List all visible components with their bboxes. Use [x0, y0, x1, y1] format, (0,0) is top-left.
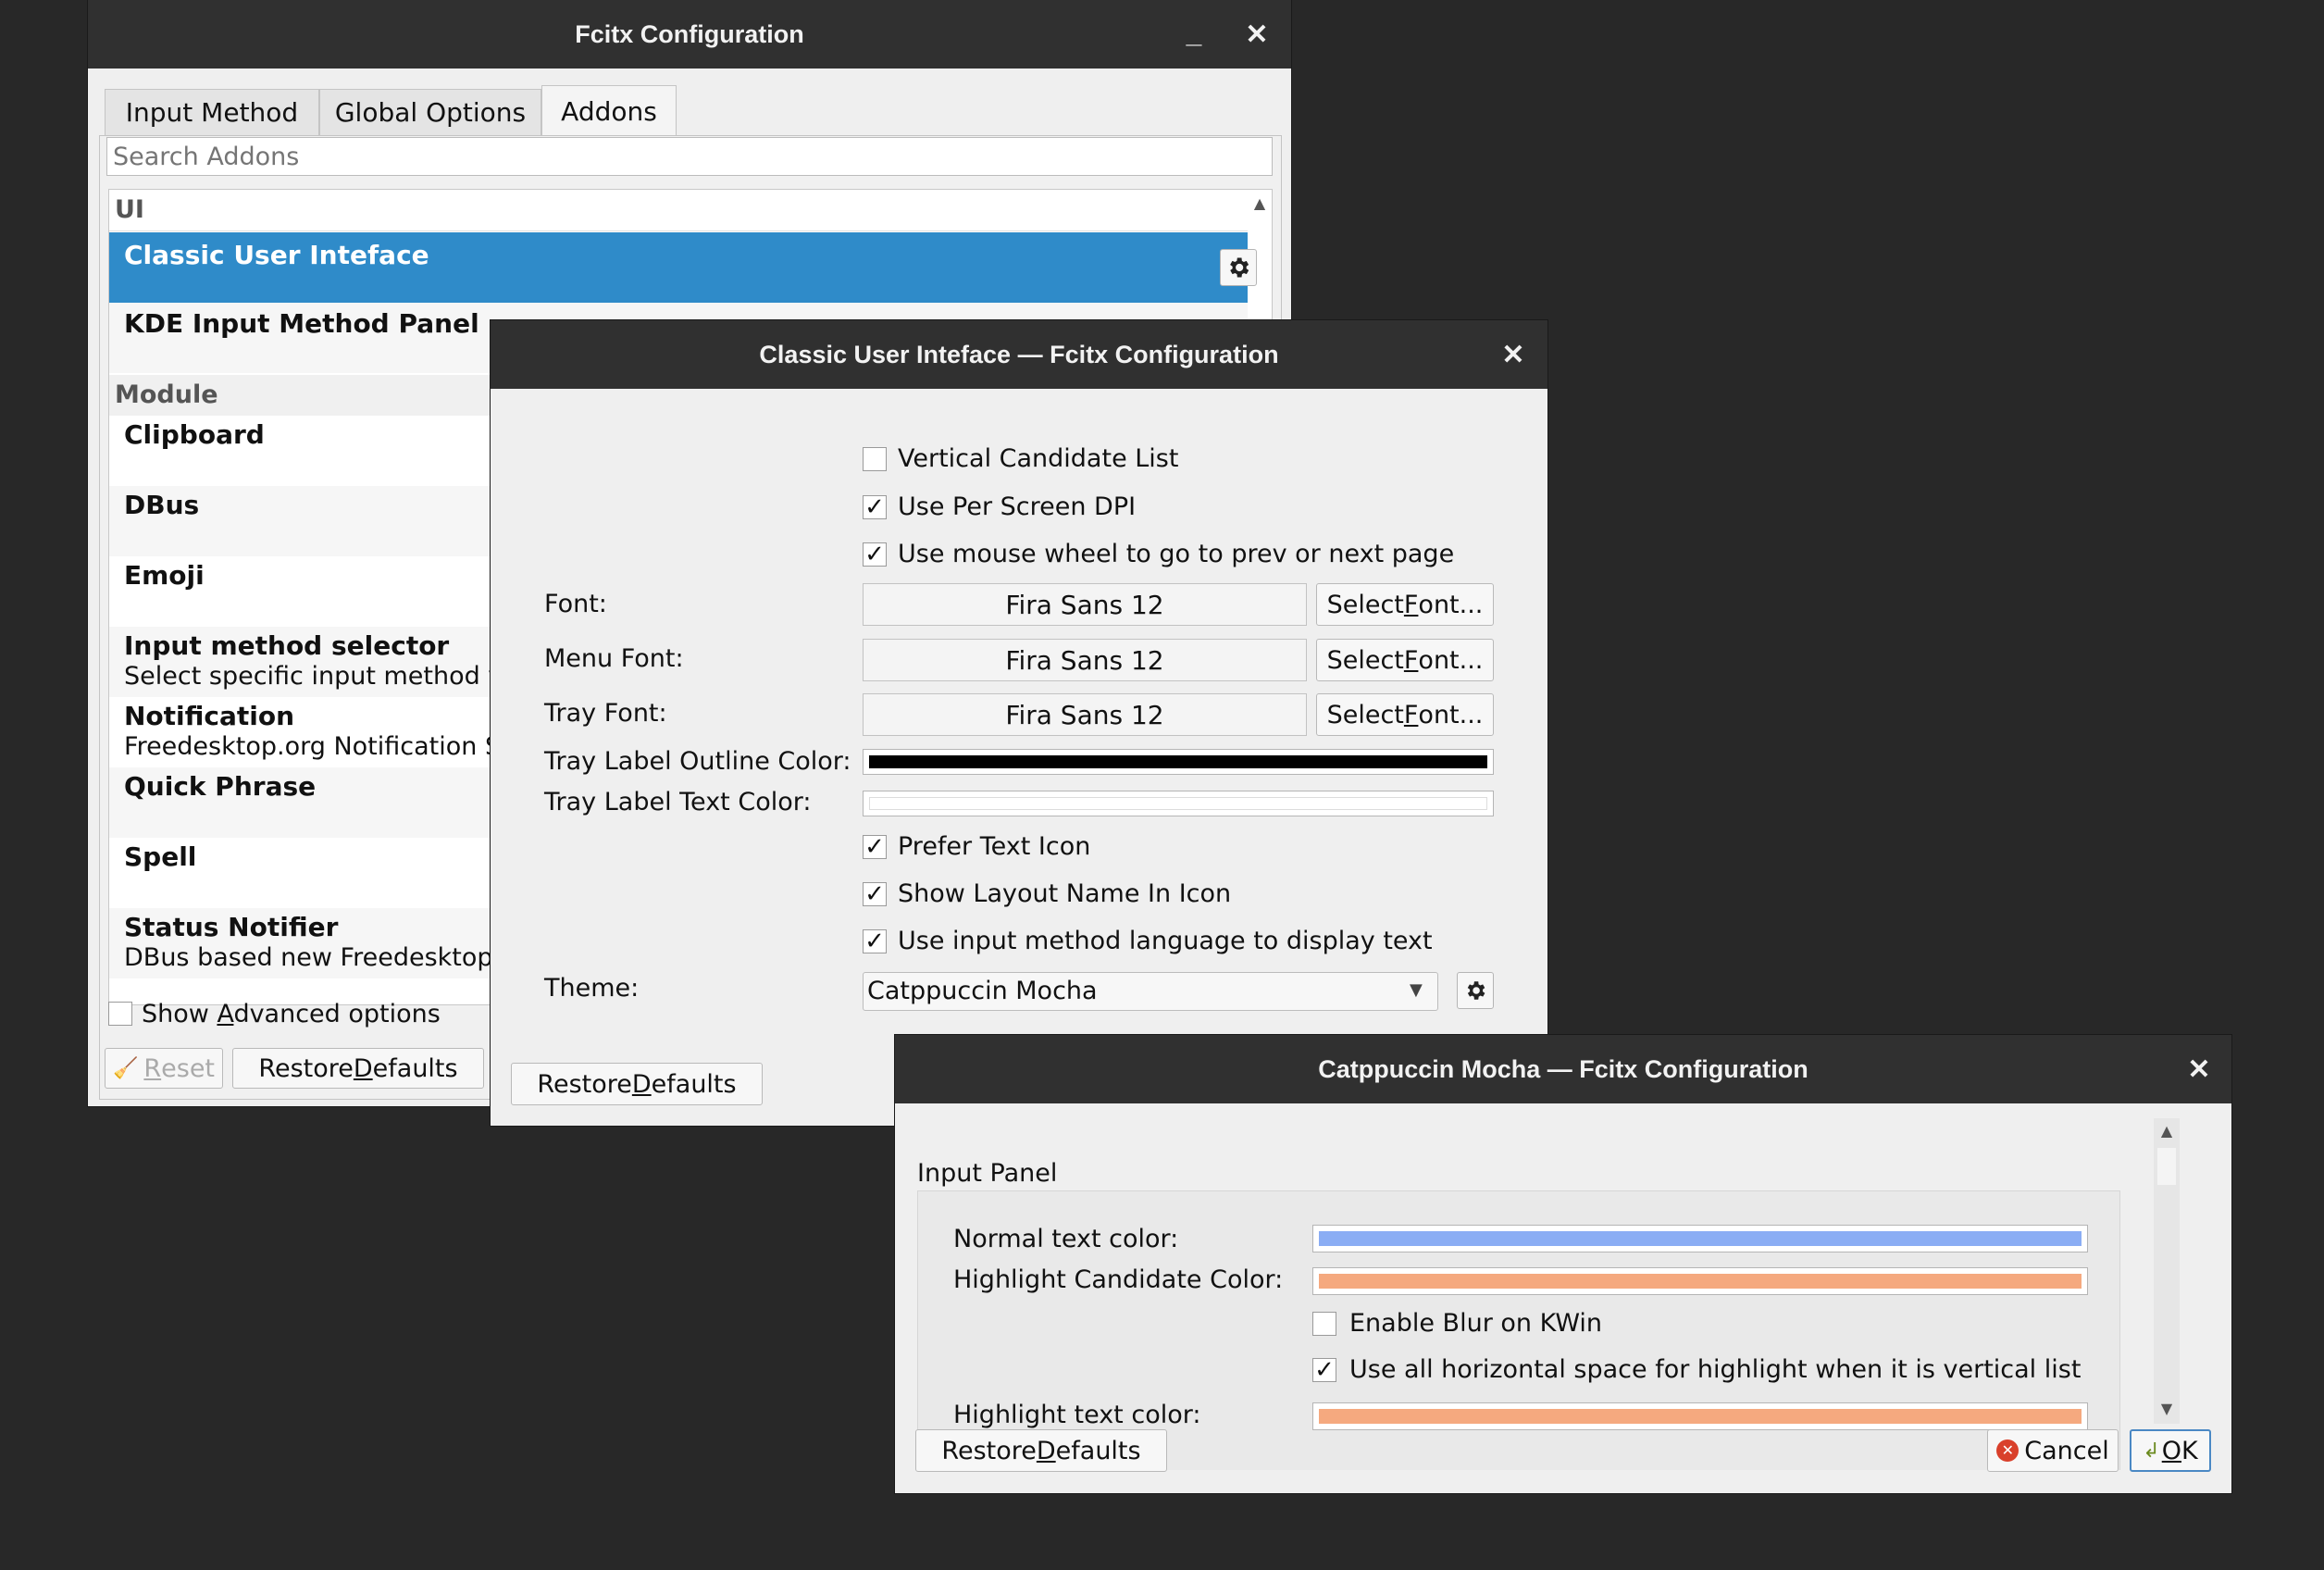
reset-button[interactable]: 🧹 Reset	[105, 1048, 223, 1089]
close-icon[interactable]: ✕	[1234, 0, 1280, 69]
scroll-down-icon[interactable]: ▼	[2154, 1396, 2180, 1422]
layout-name-label: Show Layout Name In Icon	[898, 879, 1232, 908]
normal-text-color-button[interactable]	[1312, 1225, 2088, 1252]
input-panel-group: Normal text color: Highlight Candidate C…	[917, 1190, 2120, 1470]
tab-addons[interactable]: Addons	[541, 85, 677, 137]
layout-name-checkbox[interactable]: ✓	[863, 882, 887, 906]
prefer-text-icon-checkbox[interactable]: ✓	[863, 835, 887, 859]
ok-icon: ↲	[2143, 1439, 2160, 1463]
theme-titlebar[interactable]: Catppuccin Mocha — Fcitx Configuration ✕	[895, 1035, 2231, 1103]
scroll-up-icon[interactable]: ▲	[1248, 190, 1272, 218]
classic-titlebar[interactable]: Classic User Inteface — Fcitx Configurat…	[491, 320, 1547, 389]
show-advanced-label: Show Advanced options	[142, 1000, 441, 1028]
theme-restore-defaults-button[interactable]: Restore Defaults	[915, 1429, 1167, 1472]
show-advanced-checkbox[interactable]	[108, 1002, 132, 1026]
minimize-icon[interactable]: _	[1171, 0, 1217, 69]
search-input[interactable]	[106, 137, 1273, 176]
tab-input-method[interactable]: Input Method	[105, 89, 319, 135]
tray-font-value: Fira Sans 12	[863, 693, 1307, 736]
prefer-text-icon-label: Prefer Text Icon	[898, 832, 1091, 861]
theme-select[interactable]: Catppuccin Mocha ▼	[863, 972, 1438, 1011]
broom-icon: 🧹	[112, 1056, 139, 1080]
ok-button[interactable]: ↲ O K	[2130, 1429, 2211, 1472]
im-language-label: Use input method language to display tex…	[898, 927, 1433, 955]
theme-scrollbar[interactable]: ▲ ▼	[2154, 1118, 2180, 1424]
classic-ui-dialog: Classic User Inteface — Fcitx Configurat…	[491, 320, 1547, 1126]
font-value: Fira Sans 12	[863, 583, 1307, 626]
horizontal-space-checkbox[interactable]: ✓	[1312, 1358, 1336, 1382]
tray-font-label: Tray Font:	[544, 699, 667, 728]
restore-defaults-button[interactable]: Restore Defaults	[232, 1048, 484, 1089]
per-screen-dpi-label: Use Per Screen DPI	[898, 492, 1137, 521]
vertical-candidate-label: Vertical Candidate List	[898, 444, 1179, 473]
theme-dialog: Catppuccin Mocha — Fcitx Configuration ✕…	[895, 1035, 2231, 1493]
close-icon[interactable]: ✕	[2176, 1035, 2222, 1103]
normal-text-color-label: Normal text color:	[953, 1225, 1179, 1253]
list-item[interactable]: Classic User Inteface	[109, 232, 1257, 303]
chevron-down-icon: ▼	[1410, 980, 1423, 1000]
select-menu-font-button[interactable]: Select Font...	[1316, 639, 1494, 681]
outline-color-button[interactable]	[863, 749, 1494, 775]
theme-title: Catppuccin Mocha — Fcitx Configuration	[1318, 1054, 1808, 1083]
horizontal-space-label: Use all horizontal space for highlight w…	[1349, 1355, 2082, 1384]
per-screen-dpi-checkbox[interactable]: ✓	[863, 495, 887, 519]
close-icon[interactable]: ✕	[1490, 320, 1536, 389]
enable-blur-label: Enable Blur on KWin	[1349, 1309, 1603, 1338]
tab-global-options[interactable]: Global Options	[319, 89, 541, 135]
cancel-icon: ✕	[1996, 1439, 2020, 1462]
enable-blur-checkbox[interactable]	[1312, 1312, 1336, 1336]
theme-scroll-area[interactable]: Input Panel Normal text color: Highlight…	[913, 1118, 2187, 1470]
classic-restore-defaults-button[interactable]: Restore Defaults	[511, 1063, 763, 1105]
outline-color-label: Tray Label Outline Color:	[544, 747, 851, 776]
highlight-candidate-color-label: Highlight Candidate Color:	[953, 1265, 1284, 1294]
mouse-wheel-label: Use mouse wheel to go to prev or next pa…	[898, 540, 1455, 568]
input-panel-group-title: Input Panel	[917, 1159, 1058, 1188]
mouse-wheel-checkbox[interactable]: ✓	[863, 542, 887, 567]
main-titlebar[interactable]: Fcitx Configuration _ ✕	[88, 0, 1291, 69]
vertical-candidate-checkbox[interactable]: ✓	[863, 447, 887, 471]
highlight-text-color-button[interactable]	[1312, 1402, 2088, 1430]
category-ui: UI	[109, 190, 1248, 231]
classic-title: Classic User Inteface — Fcitx Configurat…	[759, 340, 1279, 368]
select-tray-font-button[interactable]: Select Font...	[1316, 693, 1494, 736]
highlight-text-color-label: Highlight text color:	[953, 1401, 1201, 1429]
scroll-up-icon[interactable]: ▲	[2154, 1118, 2180, 1144]
gear-icon[interactable]	[1457, 972, 1494, 1009]
cancel-button[interactable]: ✕ Cancel	[1987, 1429, 2119, 1472]
main-title: Fcitx Configuration	[575, 19, 804, 48]
menu-font-label: Menu Font:	[544, 644, 684, 673]
menu-font-value: Fira Sans 12	[863, 639, 1307, 681]
text-color-button[interactable]	[863, 791, 1494, 816]
gear-icon[interactable]	[1220, 249, 1257, 286]
highlight-candidate-color-button[interactable]	[1312, 1267, 2088, 1295]
font-label: Font:	[544, 590, 607, 618]
text-color-label: Tray Label Text Color:	[544, 788, 812, 816]
select-font-button[interactable]: Select Font...	[1316, 583, 1494, 626]
scroll-thumb[interactable]	[2157, 1148, 2176, 1185]
theme-label: Theme:	[544, 974, 640, 1003]
im-language-checkbox[interactable]: ✓	[863, 929, 887, 953]
